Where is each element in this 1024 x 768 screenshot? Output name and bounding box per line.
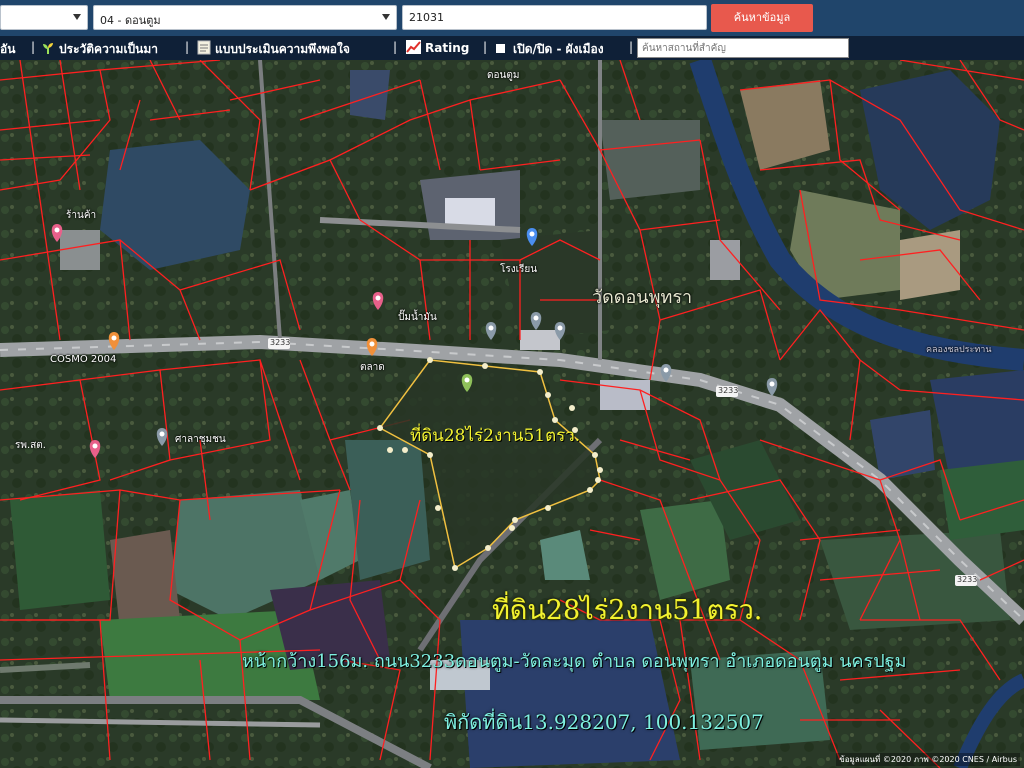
- menu-bar: อัน | ประวัติความเป็นมา | แบบประเมินความ…: [0, 36, 1024, 60]
- route-number: 3233: [957, 575, 978, 584]
- menu-item-partial[interactable]: อัน: [0, 40, 15, 59]
- district-select-value: 04 - ดอนตูม: [100, 14, 161, 27]
- menu-item-history[interactable]: ประวัติความเป็นมา: [42, 40, 158, 59]
- menu-separator: |: [483, 40, 488, 54]
- route-number: 3233: [718, 386, 739, 395]
- overlay-coordinates: พิกัดที่ดิน13.928207, 100.132507: [444, 710, 764, 734]
- menu-item-history-label: ประวัติความเป็นมา: [59, 42, 159, 56]
- place-label: ร้านค้า: [66, 210, 97, 221]
- menu-separator: |: [629, 40, 634, 54]
- place-label: COSMO 2004: [50, 354, 117, 365]
- overlay-description: หน้ากว้าง156ม. ถนน3233ดอนตูม-วัดละมุด ตำ…: [242, 651, 907, 672]
- reservoir: [460, 620, 680, 768]
- parcel-code-input[interactable]: 21031: [402, 5, 707, 30]
- district-select[interactable]: 04 - ดอนตูม: [93, 5, 397, 30]
- search-bar: 04 - ดอนตูม 21031 ค้นหาข้อมูล: [0, 0, 1024, 36]
- place-label: คลองชลประทาน: [926, 345, 992, 355]
- place-label: ตลาด: [360, 362, 385, 373]
- menu-item-toggle-layer-label: เปิด/ปิด - ผังเมือง: [513, 42, 604, 56]
- place-label: ศาลาชุมชน: [175, 434, 226, 445]
- menu-item-rating-label: Rating: [425, 41, 470, 55]
- place-label: โรงเรียน: [500, 264, 538, 275]
- temple-label: วัดดอนพุทรา: [592, 287, 693, 308]
- place-label: ดอนตูม: [487, 70, 520, 81]
- route-number: 3233: [270, 338, 291, 347]
- menu-item-survey-label: แบบประเมินความพึงพอใจ: [215, 42, 350, 56]
- checkbox[interactable]: [496, 44, 505, 53]
- chart-icon: [406, 40, 421, 54]
- menu-separator: |: [31, 40, 36, 54]
- menu-separator: |: [185, 40, 190, 54]
- map-view[interactable]: 3233 3233 3233 ดอนตูม โรงเรียน วัดดอนพุท…: [0, 60, 1024, 768]
- chevron-down-icon: [382, 14, 390, 20]
- search-button[interactable]: ค้นหาข้อมูล: [711, 4, 813, 32]
- sprout-icon: [43, 43, 53, 54]
- place-search-input[interactable]: [637, 38, 849, 58]
- province-select[interactable]: [0, 5, 88, 30]
- parcel-code-value: 21031: [409, 11, 444, 24]
- plot-area-label: ที่ดิน28ไร่2งาน51ตรว.: [410, 426, 581, 446]
- chevron-down-icon: [73, 14, 81, 20]
- overlay-title: ที่ดิน28ไร่2งาน51ตรว.: [492, 595, 763, 626]
- menu-item-rating[interactable]: Rating: [406, 40, 469, 55]
- menu-item-toggle-layer[interactable]: เปิด/ปิด - ผังเมือง: [496, 40, 604, 59]
- map-attribution: ข้อมูลแผนที่ ©2020 ภาพ ©2020 CNES / Airb…: [836, 753, 1020, 766]
- menu-separator: |: [393, 40, 398, 54]
- place-label: รพ.สต.: [15, 440, 46, 451]
- menu-item-survey[interactable]: แบบประเมินความพึงพอใจ: [197, 40, 350, 59]
- place-label: ปั๊มน้ำมัน: [398, 312, 437, 323]
- document-icon: [197, 40, 211, 55]
